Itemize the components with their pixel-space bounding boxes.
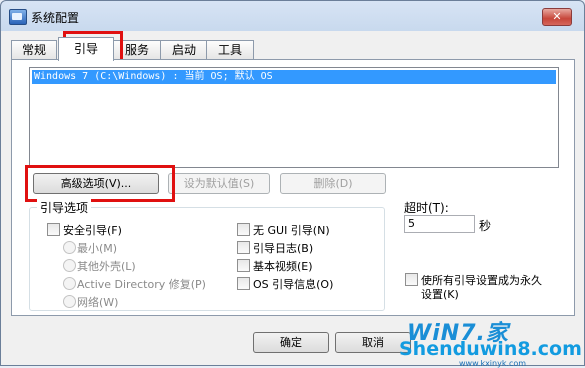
- network-label: 网络(W): [77, 296, 119, 309]
- safe-boot-checkbox[interactable]: [47, 223, 60, 236]
- alternate-shell-radio[interactable]: [63, 259, 76, 272]
- tab-tools[interactable]: 工具: [206, 40, 254, 60]
- ad-repair-label: Active Directory 修复(P): [77, 278, 206, 291]
- system-config-window: 系统配置 ✕ 常规 引导 服务 启动 工具 Windows 7 (C:\Wind…: [0, 0, 585, 368]
- timeout-label: 超时(T):: [404, 201, 449, 215]
- delete-button[interactable]: 删除(D): [280, 173, 386, 194]
- make-permanent-label-2: 设置(K): [421, 288, 459, 301]
- boot-log-label: 引导日志(B): [253, 242, 314, 255]
- window-title: 系统配置: [31, 11, 80, 25]
- safe-boot-label: 安全引导(F): [63, 224, 122, 237]
- os-boot-info-label: OS 引导信息(O): [253, 278, 334, 291]
- tab-boot[interactable]: 引导: [58, 37, 114, 61]
- no-gui-boot-label: 无 GUI 引导(N): [253, 224, 330, 237]
- set-default-button[interactable]: 设为默认值(S): [168, 173, 270, 194]
- msconfig-icon: [9, 9, 27, 25]
- minimal-radio[interactable]: [63, 241, 76, 254]
- highlight-advanced-button: [25, 165, 175, 202]
- base-video-label: 基本视频(E): [253, 260, 313, 273]
- close-button[interactable]: ✕: [542, 8, 572, 26]
- watermark-url: www.kxinyk.com: [459, 359, 527, 368]
- tab-general[interactable]: 常规: [11, 40, 57, 60]
- timeout-unit: 秒: [479, 219, 492, 233]
- boot-options-title: 引导选项: [37, 199, 92, 216]
- os-list[interactable]: Windows 7 (C:\Windows) : 当前 OS; 默认 OS: [29, 67, 559, 168]
- title-bar: 系统配置 ✕: [1, 1, 585, 31]
- base-video-checkbox[interactable]: [237, 259, 250, 272]
- tab-startup[interactable]: 启动: [160, 40, 208, 60]
- minimal-label: 最小(M): [77, 242, 118, 255]
- no-gui-boot-checkbox[interactable]: [237, 223, 250, 236]
- watermark-site: Shenduwin8.com: [399, 338, 582, 360]
- timeout-input[interactable]: 5: [404, 215, 475, 233]
- boot-log-checkbox[interactable]: [237, 241, 250, 254]
- alternate-shell-label: 其他外壳(L): [77, 260, 136, 273]
- os-boot-info-checkbox[interactable]: [237, 277, 250, 290]
- os-list-item[interactable]: Windows 7 (C:\Windows) : 当前 OS; 默认 OS: [32, 70, 556, 84]
- network-radio[interactable]: [63, 295, 76, 308]
- make-permanent-checkbox[interactable]: [405, 273, 418, 286]
- ok-button[interactable]: 确定: [253, 332, 329, 353]
- ad-repair-radio[interactable]: [63, 277, 76, 290]
- watermark-logo: WiN7.家 Shenduwin8.com www.kxinyk.com: [399, 311, 585, 368]
